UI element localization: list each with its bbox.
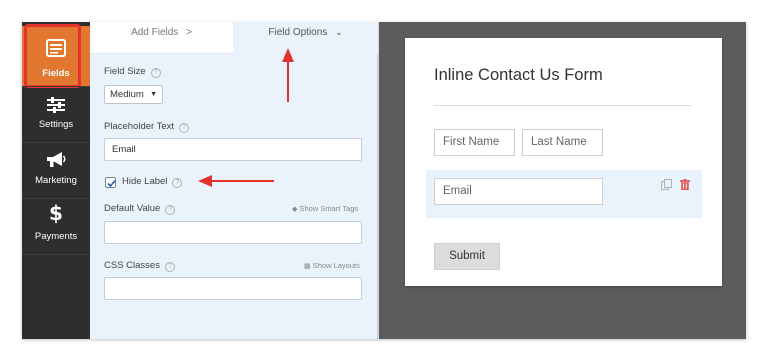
sidebar-item-payments[interactable]: $ Payments: [22, 199, 90, 255]
trash-icon[interactable]: [680, 177, 690, 195]
field-size-select[interactable]: Medium ▼: [104, 85, 163, 104]
checkmark-icon: [107, 179, 116, 188]
select-value: Medium: [110, 89, 144, 100]
label-text: CSS Classes: [104, 260, 160, 271]
builder-sidebar: Fields Settings Marketing $ Payments: [22, 22, 90, 339]
chevron-right-icon: >: [186, 27, 192, 38]
help-icon[interactable]: ?: [150, 68, 161, 78]
sidebar-divider: [22, 254, 90, 255]
tag-icon: ◆: [292, 206, 298, 213]
sidebar-item-label: Payments: [34, 231, 78, 242]
label-text: Default Value: [104, 203, 161, 214]
field-size-label: Field Size?: [104, 66, 161, 78]
form-title: Inline Contact Us Form: [434, 66, 603, 84]
first-name-field[interactable]: First Name: [434, 129, 515, 156]
tab-label: Add Fields: [131, 27, 179, 38]
duplicate-icon[interactable]: [661, 177, 672, 195]
tab-label: Field Options: [268, 27, 328, 38]
last-name-field[interactable]: Last Name: [522, 129, 603, 156]
show-layouts-link[interactable]: ▦ Show Layouts: [304, 261, 360, 270]
hide-label-label: Hide Label?: [122, 176, 183, 188]
email-field[interactable]: Email: [434, 178, 603, 205]
title-divider: [434, 105, 692, 106]
placeholder-text-label: Placeholder Text?: [104, 121, 190, 133]
link-text: Show Smart Tags: [299, 204, 359, 213]
label-text: Hide Label: [122, 176, 168, 187]
form-builder-window: Fields Settings Marketing $ Payments Add…: [22, 22, 746, 339]
submit-button[interactable]: Submit: [434, 243, 500, 270]
help-icon[interactable]: ?: [164, 262, 175, 272]
label-text: Placeholder Text: [104, 121, 175, 132]
megaphone-icon: [45, 150, 67, 175]
chevron-down-icon: ⌄: [335, 27, 343, 37]
tab-add-fields[interactable]: Add Fields >: [90, 22, 233, 54]
hide-label-checkbox[interactable]: [105, 177, 116, 188]
field-options-panel: Add Fields > Field Options ⌄ Field Size?…: [90, 22, 378, 339]
default-value-input[interactable]: [104, 221, 362, 244]
show-smart-tags-link[interactable]: ◆ Show Smart Tags: [292, 204, 358, 213]
form-preview-area: Inline Contact Us Form First Name Last N…: [379, 22, 746, 339]
css-classes-label: CSS Classes?: [104, 260, 175, 272]
annotation-highlight-box: [24, 24, 81, 88]
layout-grid-icon: ▦: [304, 263, 311, 270]
help-icon[interactable]: ?: [179, 123, 190, 133]
css-classes-input[interactable]: [104, 277, 362, 300]
panel-tabs: Add Fields > Field Options ⌄: [90, 22, 378, 54]
help-icon[interactable]: ?: [165, 205, 176, 215]
help-icon[interactable]: ?: [172, 178, 183, 188]
sliders-icon: [46, 96, 66, 119]
dollar-icon: $: [49, 201, 63, 225]
sidebar-item-label: Settings: [38, 119, 74, 130]
sidebar-item-label: Marketing: [35, 175, 77, 186]
caret-down-icon: ▼: [150, 91, 157, 98]
form-preview-card: Inline Contact Us Form First Name Last N…: [405, 38, 722, 286]
sidebar-item-settings[interactable]: Settings: [22, 87, 90, 143]
placeholder-text-input[interactable]: Email: [104, 138, 362, 161]
sidebar-item-marketing[interactable]: Marketing: [22, 143, 90, 199]
link-text: Show Layouts: [312, 261, 360, 270]
label-text: Field Size: [104, 66, 146, 77]
default-value-label: Default Value?: [104, 203, 176, 215]
tab-field-options[interactable]: Field Options ⌄: [233, 22, 378, 54]
